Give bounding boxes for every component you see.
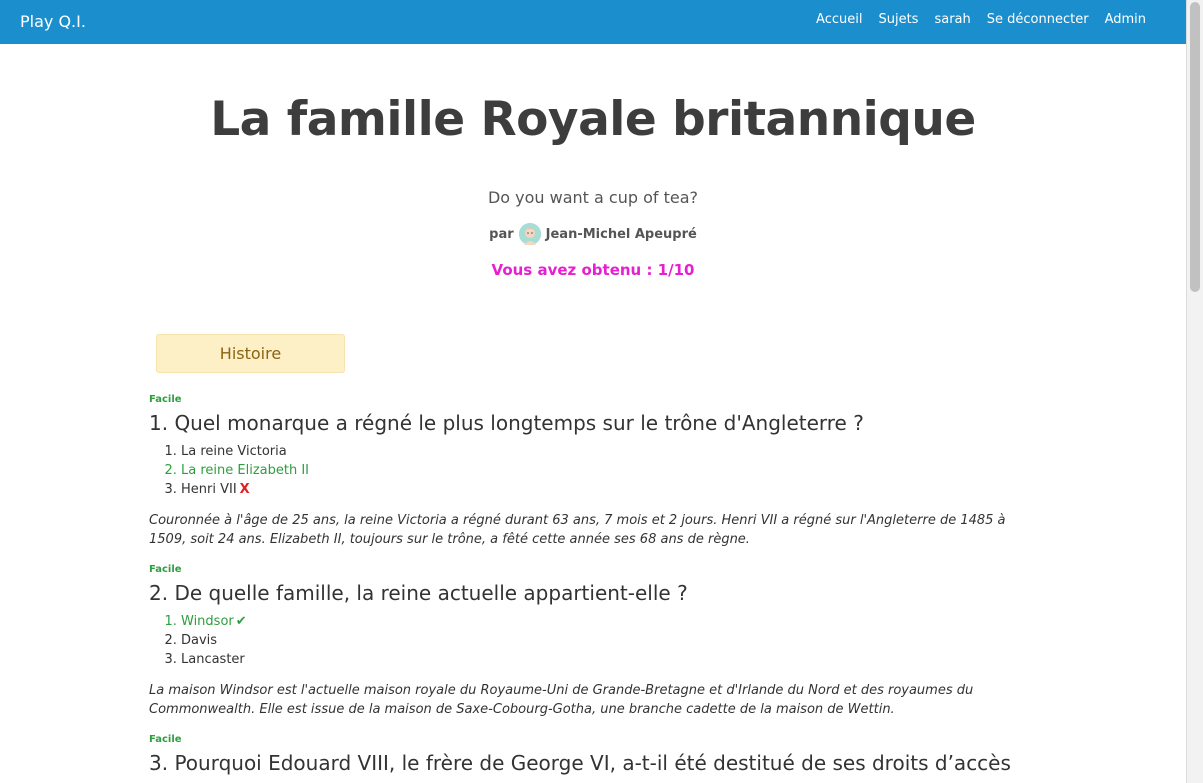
nav-link-logout[interactable]: Se déconnecter: [987, 12, 1089, 27]
difficulty-label: Facile: [149, 394, 182, 405]
answer-item-selected-wrong: Henri VIIX: [181, 480, 1034, 499]
quiz-score: Vous avez obtenu : 1/10: [491, 261, 695, 279]
page-viewport: Play Q.I. Accueil Sujets sarah Se déconn…: [0, 0, 1186, 783]
difficulty-label: Facile: [149, 734, 182, 745]
correct-check-icon: ✔: [235, 614, 247, 629]
answer-explanation: La maison Windsor est l'actuelle maison …: [149, 683, 974, 717]
quiz-subtitle: Do you want a cup of tea?: [487, 188, 699, 207]
author-name[interactable]: Jean-Michel Apeupré: [546, 227, 697, 242]
question-text: 2. De quelle famille, la reine actuelle …: [149, 581, 688, 605]
wrong-mark-icon: X: [239, 482, 250, 497]
nav-link-sujets[interactable]: Sujets: [878, 12, 918, 27]
nav-link-accueil[interactable]: Accueil: [816, 12, 862, 27]
question-item: Facile 2. De quelle famille, la reine ac…: [149, 564, 1034, 719]
question-text: 3. Pourquoi Edouard VIII, le frère de Ge…: [149, 751, 1011, 783]
author-prefix: par: [489, 226, 514, 242]
scrollbar-thumb[interactable]: [1190, 2, 1200, 292]
question-text: 1. Quel monarque a régné le plus longtem…: [149, 411, 864, 435]
avatar-face-icon: [518, 223, 541, 245]
question-item: Facile 1. Quel monarque a régné le plus …: [149, 394, 1034, 549]
difficulty-label: Facile: [149, 564, 182, 575]
quiz-author: par Jean-Michel Apeupré: [0, 223, 1186, 245]
category-badge: Histoire: [156, 334, 345, 373]
top-navbar: Play Q.I. Accueil Sujets sarah Se déconn…: [0, 0, 1186, 44]
answer-item-correct: La reine Elizabeth II: [181, 461, 1034, 480]
answer-list: Windsor✔ Davis Lancaster: [181, 612, 1034, 669]
answer-explanation: Couronnée à l'âge de 25 ans, la reine Vi…: [149, 513, 1006, 547]
answer-list: La reine Victoria La reine Elizabeth II …: [181, 442, 1034, 499]
brand-logo-link[interactable]: Play Q.I.: [20, 12, 86, 31]
answer-item: Lancaster: [181, 650, 1034, 669]
quiz-title: La famille Royale britannique: [210, 92, 976, 147]
question-item: Facile 3. Pourquoi Edouard VIII, le frèr…: [149, 734, 1034, 783]
author-avatar: [518, 223, 541, 245]
nav-link-admin[interactable]: Admin: [1105, 12, 1146, 27]
page-scrollbar[interactable]: [1186, 0, 1203, 783]
nav-links: Accueil Sujets sarah Se déconnecter Admi…: [816, 12, 1146, 27]
answer-item: Davis: [181, 631, 1034, 650]
nav-link-profile[interactable]: sarah: [934, 12, 970, 27]
answer-item: La reine Victoria: [181, 442, 1034, 461]
answer-item-selected-correct: Windsor✔: [181, 612, 1034, 631]
questions-list: Facile 1. Quel monarque a régné le plus …: [149, 394, 1034, 783]
